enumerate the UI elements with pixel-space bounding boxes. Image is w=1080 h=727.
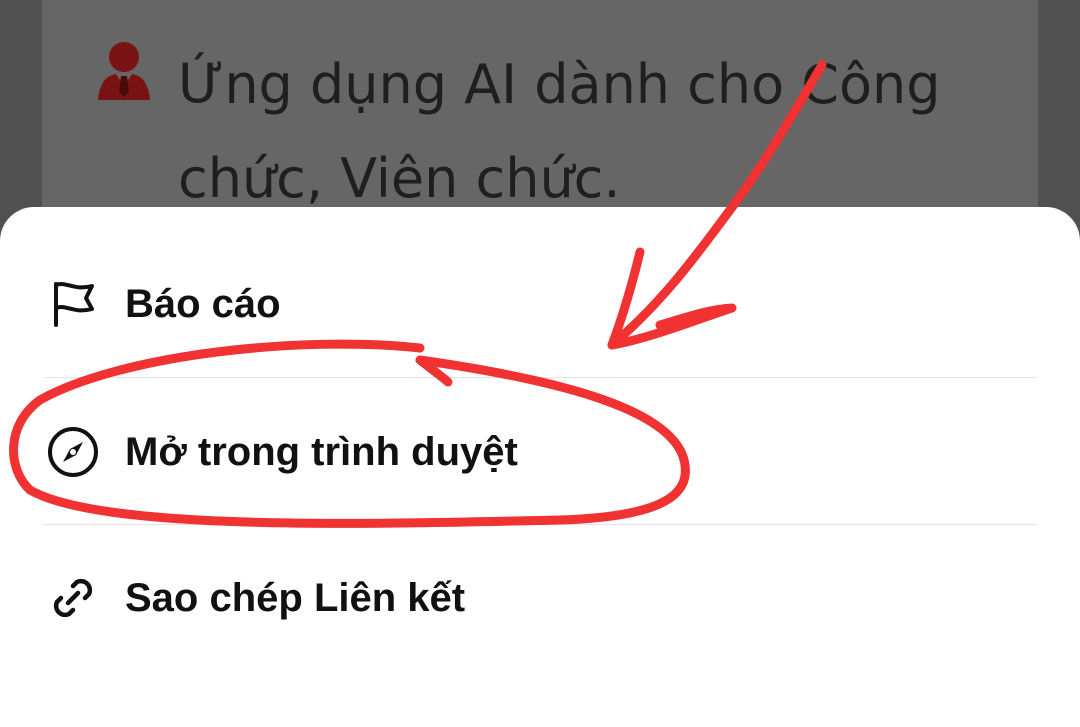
action-sheet: Báo cáo Mở trong trình duyệt Sao chép Li…	[0, 207, 1080, 727]
menu-item-label: Báo cáo	[125, 281, 281, 326]
menu-item-open-in-browser[interactable]: Mở trong trình duyệt	[0, 379, 1080, 525]
link-icon	[46, 571, 100, 625]
divider	[44, 377, 1037, 378]
menu-item-label: Sao chép Liên kết	[125, 575, 466, 620]
background-item-text: Ứng dụng AI dành cho Công chức, Viên chứ…	[178, 53, 941, 210]
menu-item-report[interactable]: Báo cáo	[0, 231, 1080, 377]
menu-item-label: Mở trong trình duyệt	[125, 429, 518, 474]
compass-icon	[46, 425, 100, 479]
flag-icon	[46, 277, 100, 331]
person-icon	[98, 42, 150, 100]
menu-item-copy-link[interactable]: Sao chép Liên kết	[0, 525, 1080, 671]
